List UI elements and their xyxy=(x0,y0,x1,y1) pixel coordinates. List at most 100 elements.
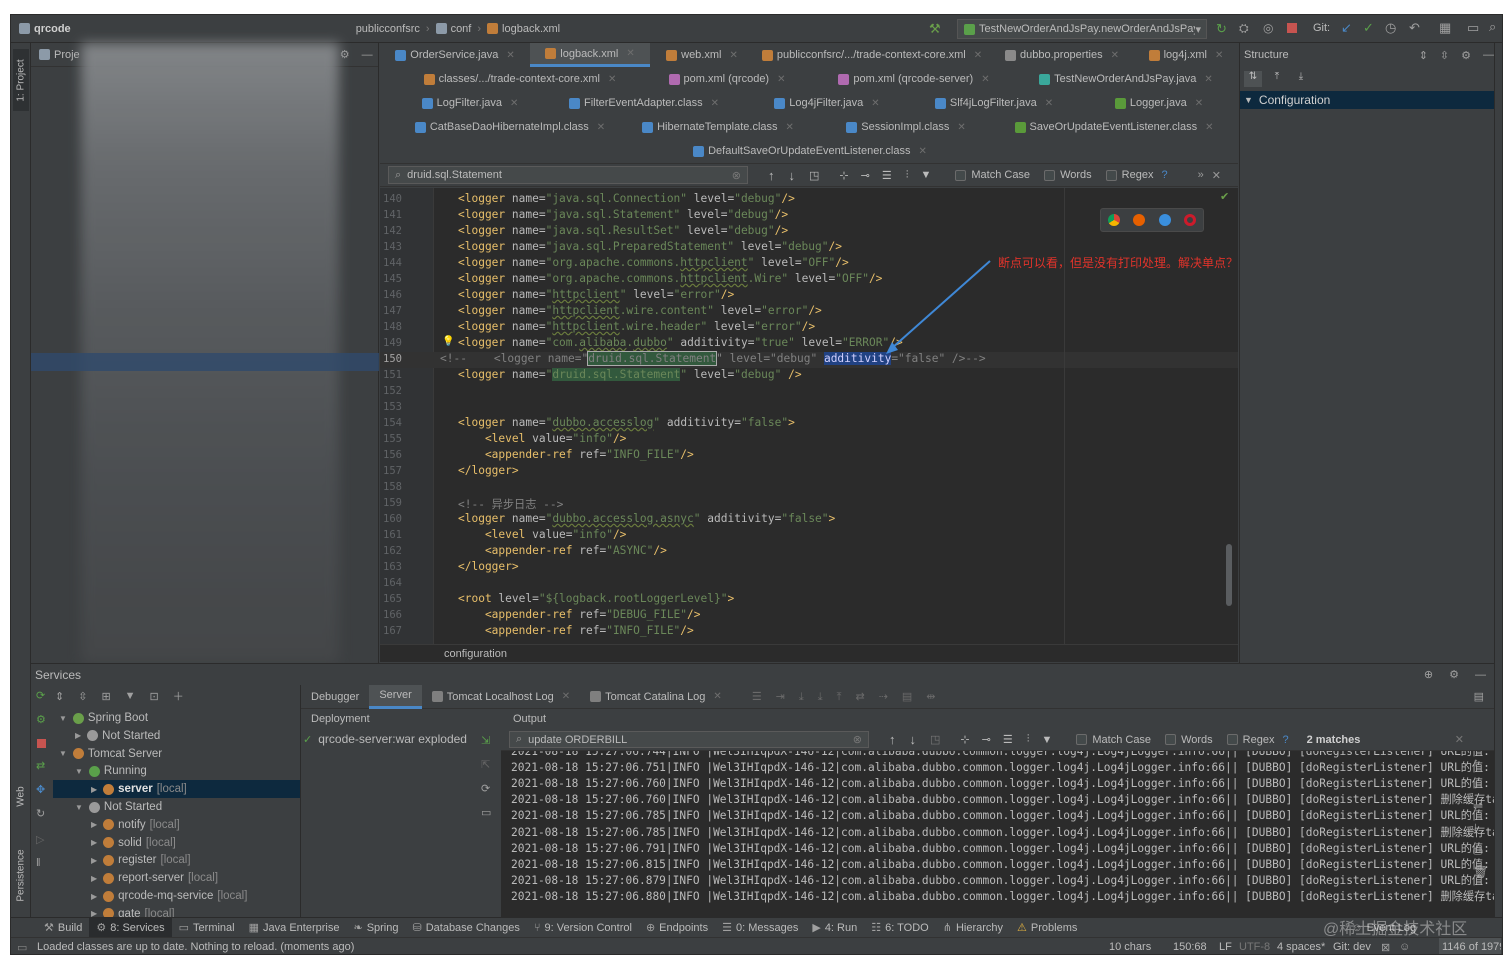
chevron-down-icon[interactable]: ▼ xyxy=(75,803,83,812)
words-checkbox[interactable] xyxy=(1165,734,1177,745)
close-tab-icon[interactable]: ✕ xyxy=(597,122,605,133)
stop-icon[interactable] xyxy=(37,739,46,748)
log-line[interactable]: 2021-08-18 15:27:06.785|INFO |Wel3IHIqpd… xyxy=(511,824,1494,840)
deployment-item[interactable]: ✓ qrcode-server:war exploded xyxy=(301,729,501,749)
minimize-icon[interactable]: — xyxy=(362,49,373,61)
collapse-all-icon[interactable]: ⇳ xyxy=(1440,49,1449,62)
inspector-icon[interactable]: ☺ xyxy=(1399,938,1410,954)
tool-window-button[interactable]: ☷ 6: TODO xyxy=(864,918,935,938)
editor-tab[interactable]: log4j.xml ✕ xyxy=(1134,43,1238,67)
editor-tab[interactable]: Slf4jLogFilter.java ✕ xyxy=(908,91,1080,115)
match-case-checkbox[interactable] xyxy=(955,169,967,181)
log-line[interactable]: 2021-08-18 15:27:06.760|INFO |Wel3IHIqpd… xyxy=(511,791,1494,807)
close-tab-icon[interactable]: ✕ xyxy=(974,50,982,61)
caret-position[interactable]: 150:68 xyxy=(1173,938,1207,954)
remove-occurrence-icon[interactable]: ⊸ xyxy=(982,733,991,746)
editor-tab[interactable]: SaveOrUpdateEventListener.class ✕ xyxy=(994,115,1234,139)
chevron-right-icon[interactable]: ▶ xyxy=(91,856,97,865)
update-icon[interactable]: ↻ xyxy=(36,807,45,820)
next-match-icon[interactable]: ↓ xyxy=(789,168,796,183)
log-line[interactable]: 2021-08-18 15:27:06.791|INFO |Wel3IHIqpd… xyxy=(511,840,1494,856)
close-tab-icon[interactable]: ✕ xyxy=(729,50,737,61)
add-occurrence-icon[interactable]: ⊹ xyxy=(960,733,969,746)
close-tab-icon[interactable]: ✕ xyxy=(786,122,794,133)
tool-window-button[interactable]: ▦ Java Enterprise xyxy=(242,918,347,938)
prev-match-icon[interactable]: ↑ xyxy=(889,732,896,747)
refresh-icon[interactable]: ⟳ xyxy=(36,689,45,702)
new-tab-icon[interactable]: ⊡ xyxy=(150,690,159,703)
service-tree-item[interactable]: ▶ qrcode-mq-service [local] xyxy=(53,887,300,905)
output-find-input[interactable]: update ORDERBILL xyxy=(528,734,853,746)
layout-icon[interactable]: ▤ xyxy=(1474,690,1484,703)
editor-tab[interactable]: TestNewOrderAndJsPay.java ✕ xyxy=(1016,67,1236,91)
pause-icon[interactable]: ‖ xyxy=(36,857,41,869)
close-tab-icon[interactable]: ✕ xyxy=(1045,98,1053,109)
crumb-file[interactable]: logback.xml xyxy=(502,23,560,35)
tool-window-button[interactable]: ▶ 4: Run xyxy=(805,918,864,938)
editor-tab[interactable]: pom.xml (qrcode) ✕ xyxy=(642,67,812,91)
log-line[interactable]: 2021-08-18 15:27:06.815|INFO |Wel3IHIqpd… xyxy=(511,856,1494,872)
close-tab-icon[interactable]: ✕ xyxy=(1111,50,1119,61)
deploy-icon[interactable]: ⇄ xyxy=(36,759,45,772)
memory-indicator[interactable]: 1146 of 1979M xyxy=(1439,938,1501,954)
words-label[interactable]: Words xyxy=(1181,734,1213,746)
log-line[interactable]: 2021-08-18 15:27:06.880|INFO |Wel3IHIqpd… xyxy=(511,888,1494,904)
close-tab-icon[interactable]: ✕ xyxy=(506,50,514,61)
file-encoding[interactable]: UTF-8 xyxy=(1239,938,1270,954)
tool-window-button[interactable]: ⛁ Database Changes xyxy=(405,918,526,938)
editor-tab[interactable]: Log4jFilter.java ✕ xyxy=(750,91,904,115)
close-tab-icon[interactable]: ✕ xyxy=(1204,74,1212,85)
select-all-icon[interactable]: ◳ xyxy=(930,733,940,746)
service-tree-item[interactable]: ▼ Not Started xyxy=(53,798,300,816)
match-case-checkbox[interactable] xyxy=(1076,734,1088,745)
chevron-down-icon[interactable]: ▼ xyxy=(59,714,67,723)
select-occurrences-icon[interactable]: ☰ xyxy=(1003,733,1013,746)
debug-icon[interactable]: ✥ xyxy=(36,783,45,796)
tool-window-button[interactable]: ⚠ Problems xyxy=(1010,918,1084,938)
chevron-right-icon[interactable]: ▶ xyxy=(91,785,97,794)
minimize-icon[interactable]: — xyxy=(1483,49,1494,61)
editor-tab[interactable]: publicconfsrc/.../trade-context-core.xml… xyxy=(754,43,990,67)
filter-icon[interactable]: ⫶ xyxy=(1027,733,1030,746)
settings-icon[interactable]: ⚙ xyxy=(1449,668,1459,681)
service-tree-item[interactable]: ▶ notify [local] xyxy=(53,816,300,834)
resume-icon[interactable]: ▷ xyxy=(36,833,44,846)
chevron-right-icon[interactable]: ▶ xyxy=(91,892,97,901)
service-tree-item[interactable]: ▶ Not Started xyxy=(53,727,300,745)
collapse-icon[interactable]: ⤓ xyxy=(1292,71,1310,87)
service-tree-item[interactable]: ▶ server [local] xyxy=(53,780,300,799)
prev-match-icon[interactable]: ↑ xyxy=(768,168,775,183)
persistence-tool-button[interactable]: Persistence xyxy=(13,835,29,915)
editor-tab[interactable]: pom.xml (qrcode-server) ✕ xyxy=(814,67,1014,91)
structure-node-configuration[interactable]: ▼ Configuration xyxy=(1240,91,1502,109)
tool-window-button[interactable]: ⑂ 9: Version Control xyxy=(527,918,639,938)
chevron-down-icon[interactable]: ▼ xyxy=(75,767,83,776)
rerun-icon[interactable]: ⚙ xyxy=(36,713,46,726)
debug-icon[interactable]: ⛭ xyxy=(1239,21,1249,36)
services-tab[interactable]: Tomcat Localhost Log ✕ xyxy=(422,685,580,709)
project-structure-icon[interactable]: ▦ xyxy=(1439,20,1451,36)
select-all-icon[interactable]: ◳ xyxy=(809,169,819,182)
history-icon[interactable]: ◷ xyxy=(1385,20,1396,36)
funnel-icon[interactable]: ▼ xyxy=(920,169,931,181)
close-tab-icon[interactable]: ✕ xyxy=(777,74,785,85)
log-line[interactable]: 2021-08-18 15:27:06.879|INFO |Wel3IHIqpd… xyxy=(511,872,1494,888)
service-tree-item[interactable]: ▼ Running xyxy=(53,762,300,780)
git-branch[interactable]: Git: dev xyxy=(1333,938,1371,954)
rollback-icon[interactable]: ↶ xyxy=(1409,20,1420,36)
close-tab-icon[interactable]: ✕ xyxy=(1215,50,1223,61)
hammer-icon[interactable]: ⚒ xyxy=(929,21,941,37)
services-tab[interactable]: Tomcat Catalina Log ✕ xyxy=(580,685,732,709)
services-tab[interactable]: Server xyxy=(369,684,422,709)
code-editor[interactable]: 140 <logger name="java.sql.Connection" le… xyxy=(380,188,1238,644)
clear-icon[interactable]: 🗑 xyxy=(1473,861,1493,883)
close-tab-icon[interactable]: ✕ xyxy=(957,122,965,133)
tool-window-button[interactable]: ☰ 0: Messages xyxy=(715,918,805,938)
regex-help-icon[interactable]: ? xyxy=(1161,169,1167,181)
select-occurrences-icon[interactable]: ☰ xyxy=(882,169,892,182)
close-tab-icon[interactable]: ✕ xyxy=(562,691,570,702)
crumb-conf[interactable]: conf xyxy=(451,23,472,35)
expand-all-icon[interactable]: ⇕ xyxy=(55,690,64,703)
log-line[interactable]: 2021-08-18 15:27:06.760|INFO |Wel3IHIqpd… xyxy=(511,775,1494,791)
project-tool-button[interactable]: 1: Project xyxy=(13,49,29,111)
